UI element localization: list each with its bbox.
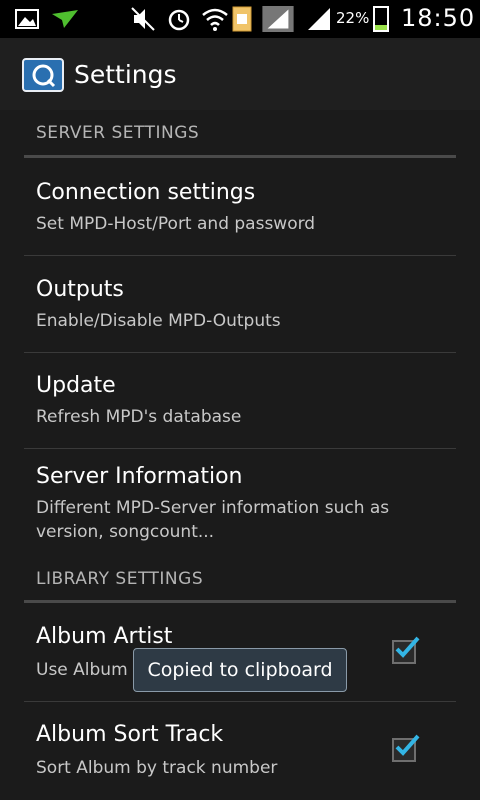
- mpd-app-icon[interactable]: [22, 58, 64, 92]
- pref-title: Outputs: [36, 277, 124, 302]
- wifi-icon: [202, 8, 228, 31]
- pref-summary: Different MPD-Server information such as…: [36, 498, 390, 542]
- check-icon: [395, 734, 420, 756]
- section-header-server: SERVER SETTINGS: [36, 123, 200, 143]
- status-bar: 22% 18:50: [0, 0, 480, 38]
- pref-album-sort-track[interactable]: Album Sort Track Sort Album by track num…: [0, 702, 480, 800]
- pref-server-information[interactable]: Server Information Different MPD-Server …: [0, 449, 480, 553]
- battery-percent: 22%: [336, 9, 370, 27]
- pref-title: Album Artist: [36, 624, 173, 649]
- pref-update[interactable]: Update Refresh MPD's database: [0, 353, 480, 448]
- page-title: Settings: [74, 60, 177, 89]
- gallery-icon: [15, 9, 39, 29]
- toast-copied: Copied to clipboard: [133, 648, 347, 692]
- pref-title: Connection settings: [36, 180, 256, 205]
- section-header-library: LIBRARY SETTINGS: [36, 569, 204, 589]
- album-sort-track-checkbox[interactable]: [392, 734, 420, 762]
- sim-card-icon: [232, 6, 252, 32]
- signal-icon: [262, 6, 294, 32]
- check-icon: [395, 636, 420, 658]
- clock: 18:50: [401, 4, 476, 32]
- pref-summary: Sort Album by track number: [36, 758, 278, 778]
- send-icon: [52, 10, 78, 28]
- pref-summary: Enable/Disable MPD-Outputs: [36, 311, 281, 331]
- pref-outputs[interactable]: Outputs Enable/Disable MPD-Outputs: [0, 256, 480, 352]
- pref-summary: Refresh MPD's database: [36, 407, 242, 427]
- pref-title: Update: [36, 373, 116, 398]
- alarm-icon: [168, 9, 190, 31]
- pref-connection-settings[interactable]: Connection settings Set MPD-Host/Port an…: [0, 160, 480, 255]
- signal-icon: [308, 8, 330, 30]
- action-bar: Settings: [0, 38, 480, 110]
- battery-icon: [373, 6, 389, 32]
- pref-title: Server Information: [36, 464, 243, 489]
- pref-title: Album Sort Track: [36, 722, 224, 747]
- battery-level-fill: [375, 25, 387, 30]
- section-divider: [24, 155, 456, 158]
- section-divider: [24, 600, 456, 603]
- pref-summary: Set MPD-Host/Port and password: [36, 214, 316, 234]
- mute-icon: [131, 7, 155, 31]
- album-artist-checkbox[interactable]: [392, 636, 420, 664]
